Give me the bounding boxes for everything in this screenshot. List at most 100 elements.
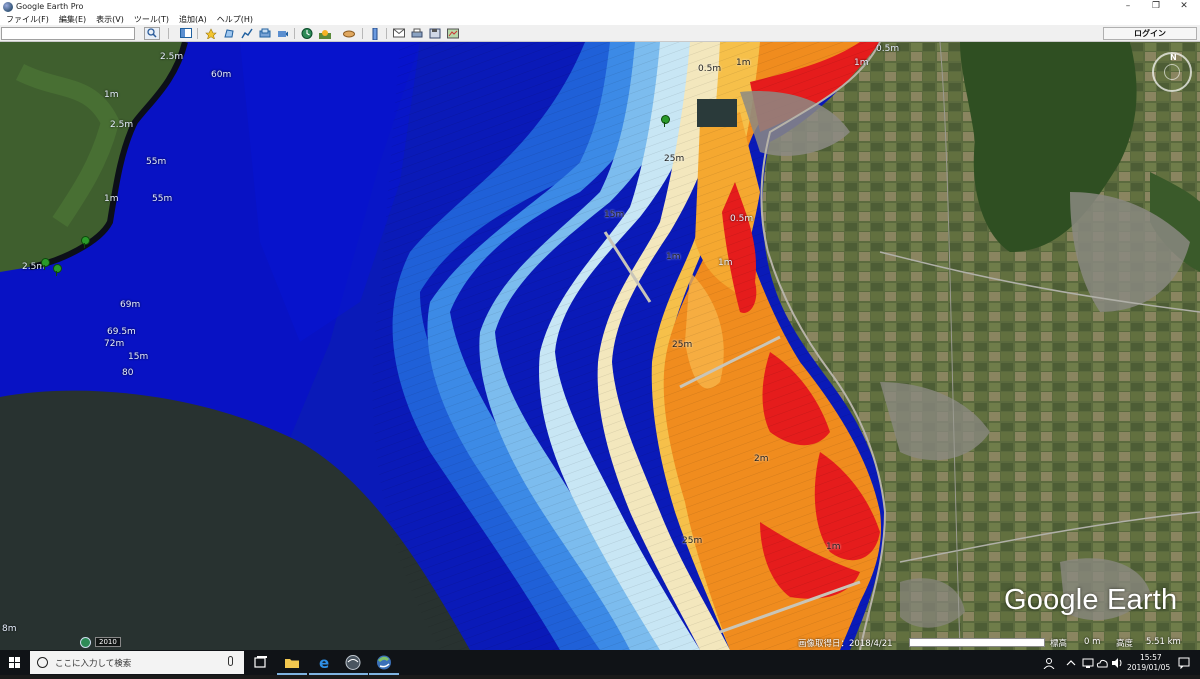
depth-label: 1m bbox=[718, 258, 733, 268]
google-earth-logo-icon bbox=[3, 2, 13, 12]
depth-label: 2m bbox=[754, 454, 769, 464]
ruler-button[interactable] bbox=[368, 27, 382, 40]
print-button[interactable] bbox=[410, 27, 424, 40]
microphone-icon[interactable] bbox=[228, 656, 233, 666]
menu-view[interactable]: 表示(V) bbox=[90, 14, 128, 25]
google-earth-window: Google Earth Pro – ❐ ✕ ファイル(F) 編集(E) 表示(… bbox=[0, 0, 1200, 675]
minimize-button[interactable]: – bbox=[1114, 0, 1142, 13]
navigation-compass[interactable]: N bbox=[1152, 52, 1192, 92]
windows-logo-icon bbox=[9, 663, 14, 668]
onedrive-button[interactable] bbox=[1096, 650, 1108, 675]
email-button[interactable] bbox=[392, 27, 406, 40]
image-overlay-button[interactable] bbox=[258, 27, 272, 40]
depth-label: 15m bbox=[604, 210, 624, 220]
depth-label: 1m bbox=[854, 58, 869, 68]
network-button[interactable] bbox=[1082, 650, 1094, 675]
email-icon bbox=[393, 28, 405, 38]
depth-label: 0.5m bbox=[730, 214, 753, 224]
file-explorer-icon bbox=[282, 653, 302, 672]
toolbar-separator bbox=[168, 28, 169, 39]
status-bar: 画像取得日：2018/4/21 標高 0 m 高度 5.51 km bbox=[790, 636, 1200, 650]
imagery-year: 2010 bbox=[95, 637, 121, 647]
search-button[interactable] bbox=[144, 27, 160, 40]
menu-add[interactable]: 追加(A) bbox=[173, 14, 211, 25]
historical-imagery-badge[interactable]: 2010 bbox=[80, 636, 121, 648]
depth-label: 25m bbox=[664, 154, 684, 164]
sunlight-button[interactable] bbox=[318, 27, 332, 40]
placemark-pin[interactable] bbox=[52, 264, 61, 276]
speaker-icon bbox=[1111, 657, 1123, 669]
file-explorer-button[interactable] bbox=[282, 653, 302, 672]
task-view-button[interactable] bbox=[250, 653, 270, 672]
menu-tools[interactable]: ツール(T) bbox=[128, 14, 173, 25]
toolbar-separator bbox=[386, 28, 387, 39]
polygon-icon bbox=[223, 28, 235, 39]
sidebar-icon bbox=[180, 28, 192, 38]
taskbar-search-box[interactable]: ここに入力して検索 bbox=[30, 651, 244, 674]
placemark-pin[interactable] bbox=[80, 236, 89, 248]
add-polygon-button[interactable] bbox=[222, 27, 236, 40]
elevation-label: 標高 bbox=[1050, 637, 1067, 649]
menu-edit[interactable]: 編集(E) bbox=[53, 14, 90, 25]
tray-expand-button[interactable] bbox=[1066, 650, 1076, 675]
menu-bar: ファイル(F) 編集(E) 表示(V) ツール(T) 追加(A) ヘルプ(H) bbox=[0, 13, 1200, 25]
app-icon bbox=[343, 653, 363, 672]
action-center-button[interactable] bbox=[1178, 650, 1190, 675]
google-earth-taskbar-button[interactable] bbox=[374, 653, 394, 672]
earth-3d-view[interactable]: 60m 2.5m 1m 2.5m 55m 55m 1m 69m 69.5m 72… bbox=[0, 42, 1200, 650]
window-title: Google Earth Pro bbox=[16, 2, 83, 11]
toolbar: ログイン bbox=[0, 25, 1200, 42]
search-icon bbox=[147, 28, 157, 38]
look-joystick-icon[interactable] bbox=[1164, 64, 1180, 80]
edge-browser-button[interactable]: e bbox=[314, 653, 334, 672]
add-path-button[interactable] bbox=[240, 27, 254, 40]
volume-button[interactable] bbox=[1111, 650, 1123, 675]
menu-help[interactable]: ヘルプ(H) bbox=[211, 14, 257, 25]
bathymetry-overlay bbox=[0, 42, 1200, 650]
depth-label: 25m bbox=[682, 536, 702, 546]
compass-north-label: N bbox=[1170, 53, 1177, 62]
depth-label: 2.5m bbox=[160, 52, 183, 62]
close-button[interactable]: ✕ bbox=[1170, 0, 1198, 13]
depth-label: 69.5m bbox=[107, 327, 136, 337]
ruler-icon bbox=[369, 28, 381, 40]
taskbar-clock-time[interactable]: 15:57 bbox=[1140, 653, 1162, 662]
planets-button[interactable] bbox=[342, 27, 356, 40]
scale-bar bbox=[909, 638, 1045, 647]
app-button[interactable] bbox=[343, 653, 363, 672]
depth-label: 25m bbox=[672, 340, 692, 350]
depth-label: 80 bbox=[122, 368, 133, 378]
depth-label: 0.5m bbox=[698, 64, 721, 74]
sidebar-toggle-button[interactable] bbox=[179, 27, 193, 40]
imagery-date: 画像取得日：2018/4/21 bbox=[798, 637, 893, 649]
depth-label: 0.5m bbox=[876, 44, 899, 54]
taskbar-clock-date[interactable]: 2019/01/05 bbox=[1127, 663, 1170, 672]
depth-label: 55m bbox=[152, 194, 172, 204]
placemark-icon bbox=[205, 28, 217, 39]
depth-label: 69m bbox=[120, 300, 140, 310]
tour-icon bbox=[277, 28, 289, 39]
record-tour-button[interactable] bbox=[276, 27, 290, 40]
view-in-maps-button[interactable] bbox=[446, 27, 460, 40]
placemark-pin[interactable] bbox=[40, 258, 49, 270]
people-icon[interactable] bbox=[1043, 650, 1055, 675]
windows-taskbar: ここに入力して検索 e bbox=[0, 650, 1200, 675]
login-button[interactable]: ログイン bbox=[1103, 27, 1197, 40]
menu-file[interactable]: ファイル(F) bbox=[0, 14, 53, 25]
maximize-button[interactable]: ❐ bbox=[1142, 0, 1170, 13]
toolbar-separator bbox=[294, 28, 295, 39]
depth-label: 2.5m bbox=[110, 120, 133, 130]
historical-imagery-button[interactable] bbox=[300, 27, 314, 40]
save-image-icon bbox=[429, 28, 441, 39]
clock-icon bbox=[80, 637, 91, 648]
search-input[interactable] bbox=[1, 27, 135, 40]
save-image-button[interactable] bbox=[428, 27, 442, 40]
historical-imagery-icon bbox=[301, 28, 313, 39]
eye-altitude-value: 5.51 km bbox=[1146, 637, 1181, 647]
toolbar-separator bbox=[197, 28, 198, 39]
network-icon bbox=[1082, 657, 1094, 669]
edge-icon: e bbox=[314, 653, 334, 672]
add-placemark-button[interactable] bbox=[204, 27, 218, 40]
placemark-pin[interactable] bbox=[660, 115, 669, 127]
start-button[interactable] bbox=[0, 650, 30, 675]
